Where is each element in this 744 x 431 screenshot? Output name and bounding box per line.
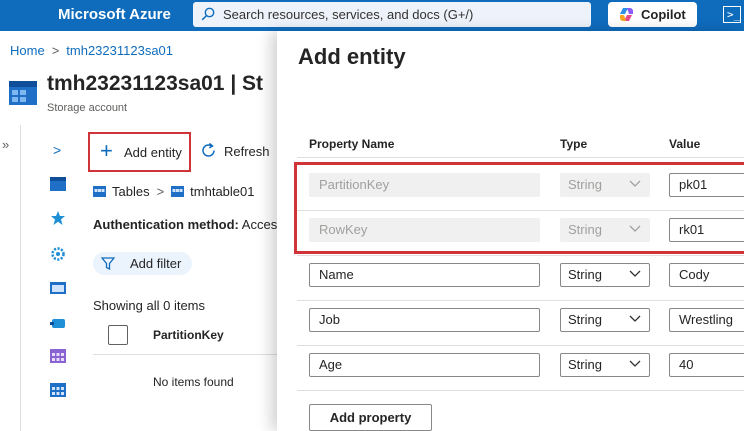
copilot-button[interactable]: Copilot	[608, 2, 697, 27]
copilot-icon	[620, 8, 633, 21]
plus-icon: +	[100, 138, 113, 163]
breadcrumb-resource[interactable]: tmh23231123sa01	[66, 43, 173, 58]
expand-menu-icon[interactable]: »	[2, 137, 9, 152]
column-header-partitionkey[interactable]: PartitionKey	[153, 328, 224, 342]
filter-icon	[101, 257, 115, 270]
header-value: Value	[669, 137, 701, 151]
brand-title[interactable]: Microsoft Azure	[58, 6, 171, 23]
panel-title: Add entity	[298, 44, 406, 69]
rail-divider	[20, 125, 21, 431]
cloud-shell-icon: >_	[727, 8, 741, 21]
settings-gear-icon[interactable]	[50, 247, 66, 261]
items-count: Showing all 0 items	[93, 298, 205, 313]
page-title: tmh23231123sa01 | St	[47, 72, 264, 95]
breadcrumb-table-name[interactable]: tmhtable01	[190, 184, 254, 199]
queue-icon[interactable]	[50, 315, 66, 329]
auth-method-label: Authentication method:	[93, 217, 239, 232]
refresh-icon	[202, 142, 215, 157]
cloud-shell-button[interactable]: >_	[723, 6, 741, 23]
add-entity-button[interactable]: + Add entity	[88, 132, 191, 172]
header-property-name: Property Name	[309, 137, 395, 151]
table-breadcrumb-separator: >	[156, 184, 165, 199]
favorites-icon[interactable]	[50, 211, 66, 225]
row-divider	[297, 300, 744, 301]
tables-nav-icon[interactable]	[50, 383, 66, 397]
row-divider	[297, 255, 744, 256]
breadcrumb-tables[interactable]: Tables	[112, 184, 150, 199]
portal-menu-button[interactable]	[0, 0, 40, 31]
select-all-checkbox[interactable]	[108, 325, 128, 345]
copilot-label: Copilot	[641, 7, 686, 22]
header-type: Type	[560, 137, 588, 151]
grid-divider	[93, 354, 278, 355]
add-entity-label: Add entity	[124, 145, 182, 160]
type-select[interactable]: String	[560, 308, 650, 332]
chevron-down-icon	[629, 270, 641, 277]
type-select-value: String	[568, 267, 602, 282]
breadcrumb-home[interactable]: Home	[10, 43, 45, 58]
value-field[interactable]: Wrestling	[669, 308, 744, 332]
table-icon	[171, 186, 185, 197]
nav-expand-icon[interactable]: >	[53, 142, 61, 158]
overview-icon[interactable]	[50, 177, 66, 191]
search-placeholder: Search resources, services, and docs (G+…	[223, 7, 474, 22]
property-name-field[interactable]: Job	[309, 308, 540, 332]
value-field[interactable]: Cody	[669, 263, 744, 287]
breadcrumb: Home > tmh23231123sa01	[10, 43, 173, 58]
property-name-field[interactable]: Name	[309, 263, 540, 287]
type-select-value: String	[568, 357, 602, 372]
search-icon	[201, 7, 215, 21]
chevron-down-icon	[629, 315, 641, 322]
breadcrumb-separator: >	[51, 43, 60, 58]
table-breadcrumb: Tables > tmhtable01	[93, 184, 255, 199]
property-name-field[interactable]: Age	[309, 353, 540, 377]
storage-browser-icon[interactable]	[50, 349, 66, 363]
top-bar: Microsoft Azure Search resources, servic…	[0, 0, 744, 31]
container-icon[interactable]	[50, 281, 66, 295]
chevron-down-icon	[629, 360, 641, 367]
type-select[interactable]: String	[560, 353, 650, 377]
add-property-button[interactable]: Add property	[309, 404, 432, 431]
key-rows-highlight	[294, 162, 744, 254]
table-icon	[93, 186, 106, 197]
type-select-value: String	[568, 312, 602, 327]
storage-account-icon	[9, 81, 37, 105]
page-subtitle: Storage account	[47, 102, 128, 114]
add-filter-button[interactable]: Add filter	[93, 252, 192, 275]
refresh-label: Refresh	[224, 144, 270, 159]
row-divider	[297, 390, 744, 391]
add-filter-label: Add filter	[130, 256, 182, 271]
search-input[interactable]: Search resources, services, and docs (G+…	[193, 2, 591, 27]
header-divider	[297, 157, 744, 158]
row-divider	[297, 345, 744, 346]
empty-state: No items found	[153, 375, 234, 389]
add-entity-panel: Add entity Property Name Type Value Part…	[277, 31, 744, 431]
auth-method: Authentication method: Access	[93, 217, 284, 232]
type-select[interactable]: String	[560, 263, 650, 287]
value-field[interactable]: 40	[669, 353, 744, 377]
